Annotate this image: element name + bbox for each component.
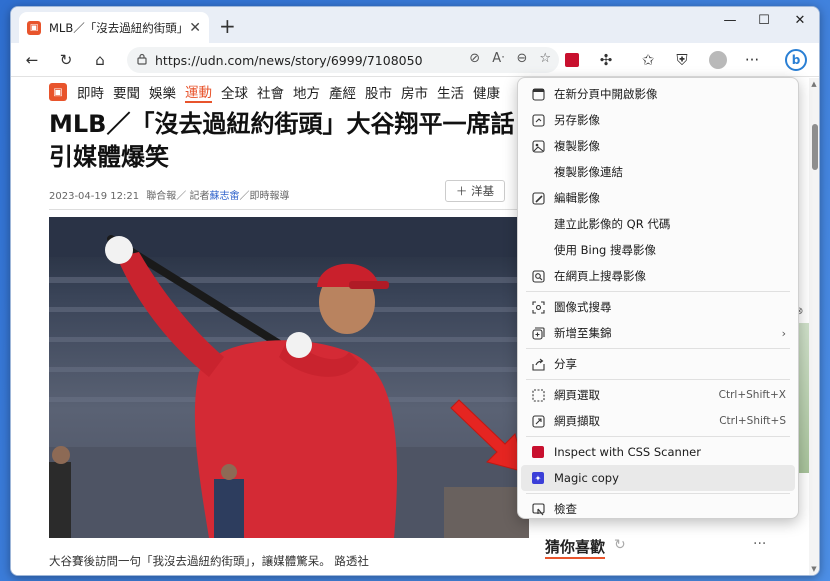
nav-item[interactable]: 要聞 (113, 82, 140, 102)
site-nav: ▣ 即時 要聞 娛樂 運動 全球 社會 地方 產經 股市 房市 生活 健康 (49, 80, 509, 104)
copy-image-icon (530, 138, 546, 154)
guess-you-like-title: 猜你喜歡 (545, 536, 606, 559)
menu-item-inspect[interactable]: 檢查 (518, 496, 798, 522)
menu-item-magic-copy[interactable]: ✦ Magic copy (521, 465, 795, 491)
article-author-link[interactable]: 蘇志畬 (210, 191, 240, 202)
settings-more-icon[interactable]: ··· (739, 48, 765, 72)
favorites-icon[interactable]: ✩ (635, 48, 661, 72)
tab-active[interactable]: ▣ MLB／「沒去過紐約街頭」大谷翔 ✕ (19, 12, 209, 43)
nav-item[interactable]: 房市 (401, 82, 428, 102)
nav-item[interactable]: 全球 (221, 82, 248, 102)
menu-item-share[interactable]: 分享 (518, 351, 798, 377)
extensions-puzzle-icon[interactable]: ✣ (593, 48, 619, 72)
tab-strip: ▣ MLB／「沒去過紐約街頭」大谷翔 ✕ + — ☐ ✕ (11, 7, 819, 43)
desktop-background: ▣ MLB／「沒去過紐約街頭」大谷翔 ✕ + — ☐ ✕ ← ↻ ⌂ https… (0, 0, 830, 581)
divider (49, 209, 521, 210)
nav-item[interactable]: 生活 (437, 82, 464, 102)
magic-copy-icon: ✦ (530, 470, 546, 486)
maximize-button[interactable]: ☐ (749, 13, 779, 28)
search-image-icon (530, 268, 546, 284)
menu-separator (526, 379, 790, 380)
tracking-icon[interactable]: ⊘ (469, 51, 480, 66)
menu-separator (526, 291, 790, 292)
menu-item-create-qr-code[interactable]: 建立此影像的 QR 代碼 (518, 211, 798, 237)
edit-image-icon (530, 190, 546, 206)
nav-item-active[interactable]: 運動 (185, 81, 212, 103)
browser-toolbar: ← ↻ ⌂ https://udn.com/news/story/6999/71… (11, 43, 819, 77)
browser-essentials-icon[interactable]: ⛨ (669, 48, 695, 72)
read-aloud-icon[interactable]: Aᐧ (492, 51, 504, 66)
new-tab-icon (530, 86, 546, 102)
context-menu: 在新分頁中開啟影像 另存影像 複製影像 複製影像連結 編輯影像 建立此影像的 Q… (517, 77, 799, 519)
back-arrow-icon[interactable]: ← (19, 48, 45, 72)
menu-item-css-scanner[interactable]: Inspect with CSS Scanner (518, 439, 798, 465)
submenu-chevron-icon: › (781, 326, 786, 340)
nav-item[interactable]: 健康 (473, 82, 500, 102)
nav-item[interactable]: 股市 (365, 82, 392, 102)
nav-item[interactable]: 娛樂 (149, 82, 176, 102)
menu-item-visual-search[interactable]: 圖像式搜尋 (518, 294, 798, 320)
inspect-icon (530, 501, 546, 517)
menu-item-copy-image[interactable]: 複製影像 (518, 133, 798, 159)
scroll-down-icon[interactable]: ▼ (809, 565, 819, 575)
visual-search-icon (530, 299, 546, 315)
nav-item[interactable]: 地方 (293, 82, 320, 102)
menu-item-web-select[interactable]: 網頁選取 Ctrl+Shift+X (518, 382, 798, 408)
article-date: 2023-04-19 12:21 (49, 191, 140, 202)
menu-item-edit-image[interactable]: 編輯影像 (518, 185, 798, 211)
follow-tag-button[interactable]: ＋ 洋基 (445, 180, 505, 202)
article-photo[interactable] (49, 217, 529, 538)
web-select-icon (530, 387, 546, 403)
zoom-icon[interactable]: ⊖ (516, 51, 527, 66)
baseball-player-photo (49, 217, 529, 538)
profile-avatar-icon[interactable] (705, 48, 731, 72)
tab-close-icon[interactable]: ✕ (189, 20, 201, 36)
menu-item-web-capture[interactable]: 網頁擷取 Ctrl+Shift+S (518, 408, 798, 434)
photo-caption: 大谷賽後訪問一句「我沒去過紐約街頭」，讓媒體驚呆。 路透社 (49, 554, 369, 568)
scroll-thumb[interactable] (812, 124, 818, 170)
tab-title: MLB／「沒去過紐約街頭」大谷翔 (49, 20, 183, 35)
new-tab-button[interactable]: + (219, 14, 236, 38)
url-text: https://udn.com/news/story/6999/7108050 (155, 52, 423, 68)
address-bar[interactable]: https://udn.com/news/story/6999/7108050 … (127, 47, 559, 73)
refresh-icon[interactable]: ↻ (53, 48, 79, 72)
menu-item-open-image-new-tab[interactable]: 在新分頁中開啟影像 (518, 81, 798, 107)
bing-copilot-icon[interactable]: b (783, 48, 809, 72)
collections-icon (530, 325, 546, 341)
nav-item[interactable]: 即時 (77, 82, 104, 102)
menu-separator (526, 493, 790, 494)
minimize-button[interactable]: — (715, 13, 745, 28)
menu-separator (526, 436, 790, 437)
menu-item-search-image-on-page[interactable]: 在網頁上搜尋影像 (518, 263, 798, 289)
menu-item-add-to-collections[interactable]: 新增至集錦 › (518, 320, 798, 346)
more-options-icon[interactable]: ··· (753, 536, 766, 552)
css-scanner-extension-icon[interactable] (559, 48, 585, 72)
lock-icon (137, 53, 147, 65)
menu-item-save-image[interactable]: 另存影像 (518, 107, 798, 133)
save-icon (530, 112, 546, 128)
nav-item[interactable]: 產經 (329, 82, 356, 102)
article-headline: MLB／「沒去過紐約街頭」大谷翔平一席話引媒體爆笑 (49, 110, 515, 171)
udn-favicon-icon: ▣ (27, 20, 41, 35)
menu-item-bing-image-search[interactable]: 使用 Bing 搜尋影像 (518, 237, 798, 263)
article-author-suffix: ／即時報導 (239, 191, 290, 202)
refresh-recommend-icon[interactable]: ↻ (614, 537, 626, 553)
article-source: 聯合報／ 記者 (146, 191, 210, 202)
home-icon[interactable]: ⌂ (87, 48, 113, 72)
css-scanner-icon (530, 444, 546, 460)
udn-logo-icon[interactable]: ▣ (49, 83, 67, 101)
scroll-up-icon[interactable]: ▲ (809, 80, 819, 90)
article-meta: 2023-04-19 12:21 聯合報／ 記者蘇志畬／即時報導 (49, 187, 290, 202)
nav-item[interactable]: 社會 (257, 82, 284, 102)
window-close-button[interactable]: ✕ (785, 13, 815, 28)
menu-separator (526, 348, 790, 349)
share-icon (530, 356, 546, 372)
web-capture-icon (530, 413, 546, 429)
favorite-star-icon[interactable]: ☆ (539, 51, 551, 66)
menu-item-copy-image-link[interactable]: 複製影像連結 (518, 159, 798, 185)
